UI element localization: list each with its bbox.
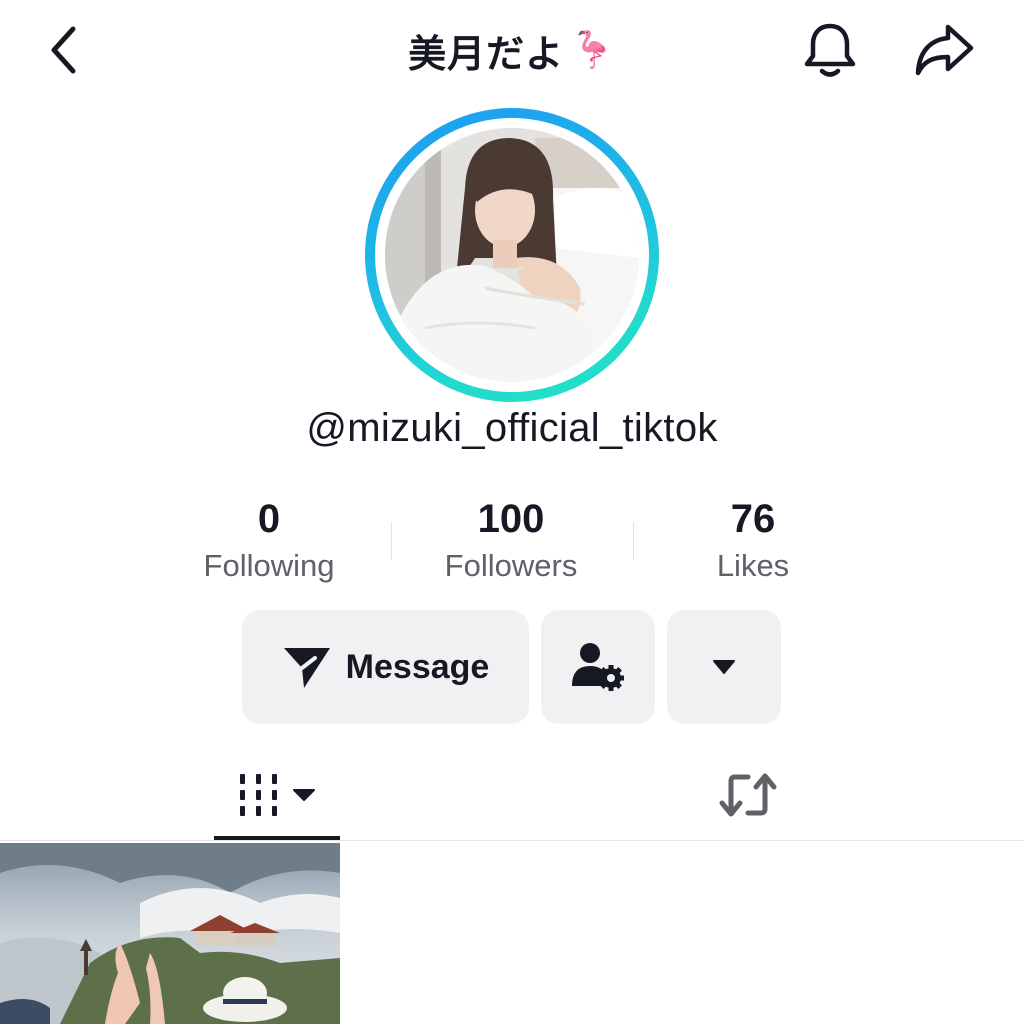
video-thumbnail[interactable]	[0, 843, 340, 1024]
stat-following[interactable]: 0 Following	[169, 496, 369, 584]
stat-divider	[633, 522, 634, 560]
flamingo-icon: 🦩	[570, 29, 616, 70]
stat-divider	[391, 522, 392, 560]
avatar-photo-illustration	[385, 128, 639, 382]
user-gear-icon	[572, 643, 624, 691]
stat-followers[interactable]: 100 Followers	[411, 496, 611, 584]
profile-page: 美月だよ 🦩 @mizuki_official_tiktok 0 Followi…	[0, 0, 1024, 1024]
followers-label: Followers	[444, 548, 578, 583]
stat-likes[interactable]: 76 Likes	[653, 496, 853, 584]
grid-columns-icon	[240, 774, 277, 816]
title-text: 美月だよ	[408, 33, 565, 76]
repost-icon	[719, 773, 777, 817]
followers-count: 100	[477, 497, 545, 541]
more-options-button[interactable]	[667, 610, 781, 724]
video-preview-image	[0, 843, 340, 1024]
message-button[interactable]: Message	[242, 610, 529, 724]
tab-reposts[interactable]	[688, 752, 808, 838]
friend-settings-button[interactable]	[541, 610, 655, 724]
avatar-border	[375, 118, 649, 392]
likes-label: Likes	[716, 548, 790, 583]
share-arrow-icon	[915, 24, 974, 76]
avatar-story-ring[interactable]	[365, 108, 659, 402]
following-count: 0	[257, 497, 281, 541]
username: @mizuki_official_tiktok	[306, 406, 718, 450]
caret-down-icon	[293, 789, 315, 801]
share-button[interactable]	[910, 18, 978, 82]
tab-videos[interactable]	[214, 752, 340, 838]
tab-bar-divider	[0, 840, 1024, 841]
likes-count: 76	[730, 497, 776, 541]
message-label: Message	[345, 647, 490, 686]
bell-icon	[804, 23, 856, 77]
following-label: Following	[203, 548, 335, 583]
avatar	[385, 128, 639, 382]
page-title: 美月だよ 🦩	[0, 22, 1024, 78]
notifications-button[interactable]	[798, 18, 862, 82]
send-icon	[283, 648, 330, 688]
caret-down-icon	[713, 660, 735, 674]
